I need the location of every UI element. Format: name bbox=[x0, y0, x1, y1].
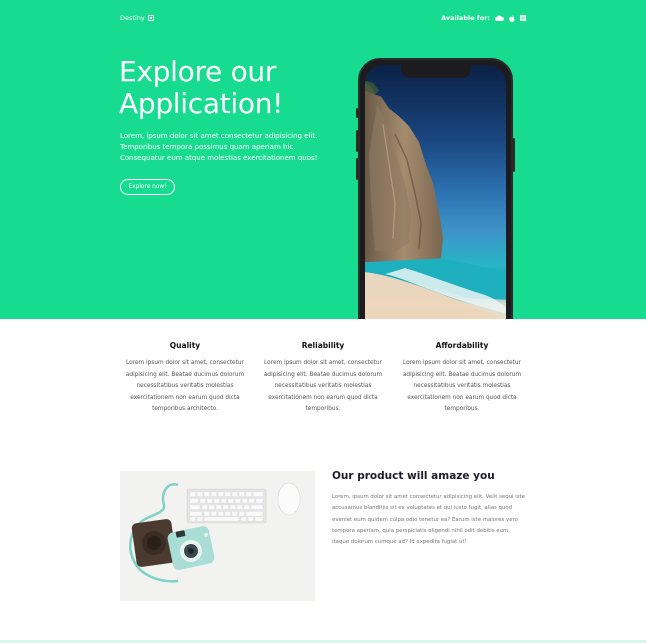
phone-power-button bbox=[513, 138, 515, 172]
phone-volume-up bbox=[356, 130, 358, 152]
keyboard-illustration bbox=[186, 488, 267, 524]
product-photo bbox=[120, 471, 315, 601]
platform-availability: Available for: bbox=[441, 14, 526, 22]
explore-now-button[interactable]: Explore now! bbox=[120, 179, 175, 195]
apple-icon[interactable] bbox=[509, 14, 515, 22]
hero-title: Explore our Application! bbox=[119, 56, 283, 120]
phone-mockup bbox=[356, 58, 515, 319]
phone-volume-down bbox=[356, 158, 358, 180]
feature-quality: Quality Lorem ipsum dolor sit amet, cons… bbox=[121, 341, 249, 416]
phone-screen-image bbox=[365, 65, 506, 319]
windows-icon[interactable] bbox=[520, 15, 526, 21]
brand-name: Destiny bbox=[120, 14, 145, 22]
hero-section: Destiny Available for: Explore our Appli… bbox=[0, 0, 646, 319]
hero-title-line1: Explore our bbox=[119, 55, 277, 88]
hero-title-line2: Application! bbox=[119, 87, 284, 120]
product-description: Lorem, ipsum dolor sit amet consectetur … bbox=[332, 494, 525, 546]
feature-text: Lorem ipsum dolor sit amet, consectetur … bbox=[263, 360, 383, 412]
feature-reliability: Reliability Lorem ipsum dolor sit amet, … bbox=[259, 341, 387, 416]
logo-icon bbox=[147, 15, 154, 21]
phone-silent-switch bbox=[356, 108, 358, 118]
cliff-illustration bbox=[365, 80, 506, 319]
feature-affordability: Affordability Lorem ipsum dolor sit amet… bbox=[398, 341, 526, 416]
feature-title: Affordability bbox=[435, 341, 489, 350]
mouse-illustration bbox=[277, 482, 301, 516]
feature-title: Quality bbox=[169, 341, 201, 350]
brand-logo[interactable]: Destiny bbox=[120, 14, 154, 22]
phone-notch bbox=[400, 65, 471, 78]
feature-title: Reliability bbox=[301, 341, 345, 350]
feature-text: Lorem ipsum dolor sit amet, consectetur … bbox=[402, 360, 522, 412]
hero-description: Lorem, ipsum dolor sit amet consectetur … bbox=[120, 132, 318, 162]
cloud-icon[interactable] bbox=[495, 15, 504, 21]
desk-illustration bbox=[120, 471, 315, 601]
feature-text: Lorem ipsum dolor sit amet, consectetur … bbox=[125, 360, 245, 412]
product-title: Our product will amaze you bbox=[332, 470, 495, 482]
available-label: Available for: bbox=[441, 14, 490, 22]
